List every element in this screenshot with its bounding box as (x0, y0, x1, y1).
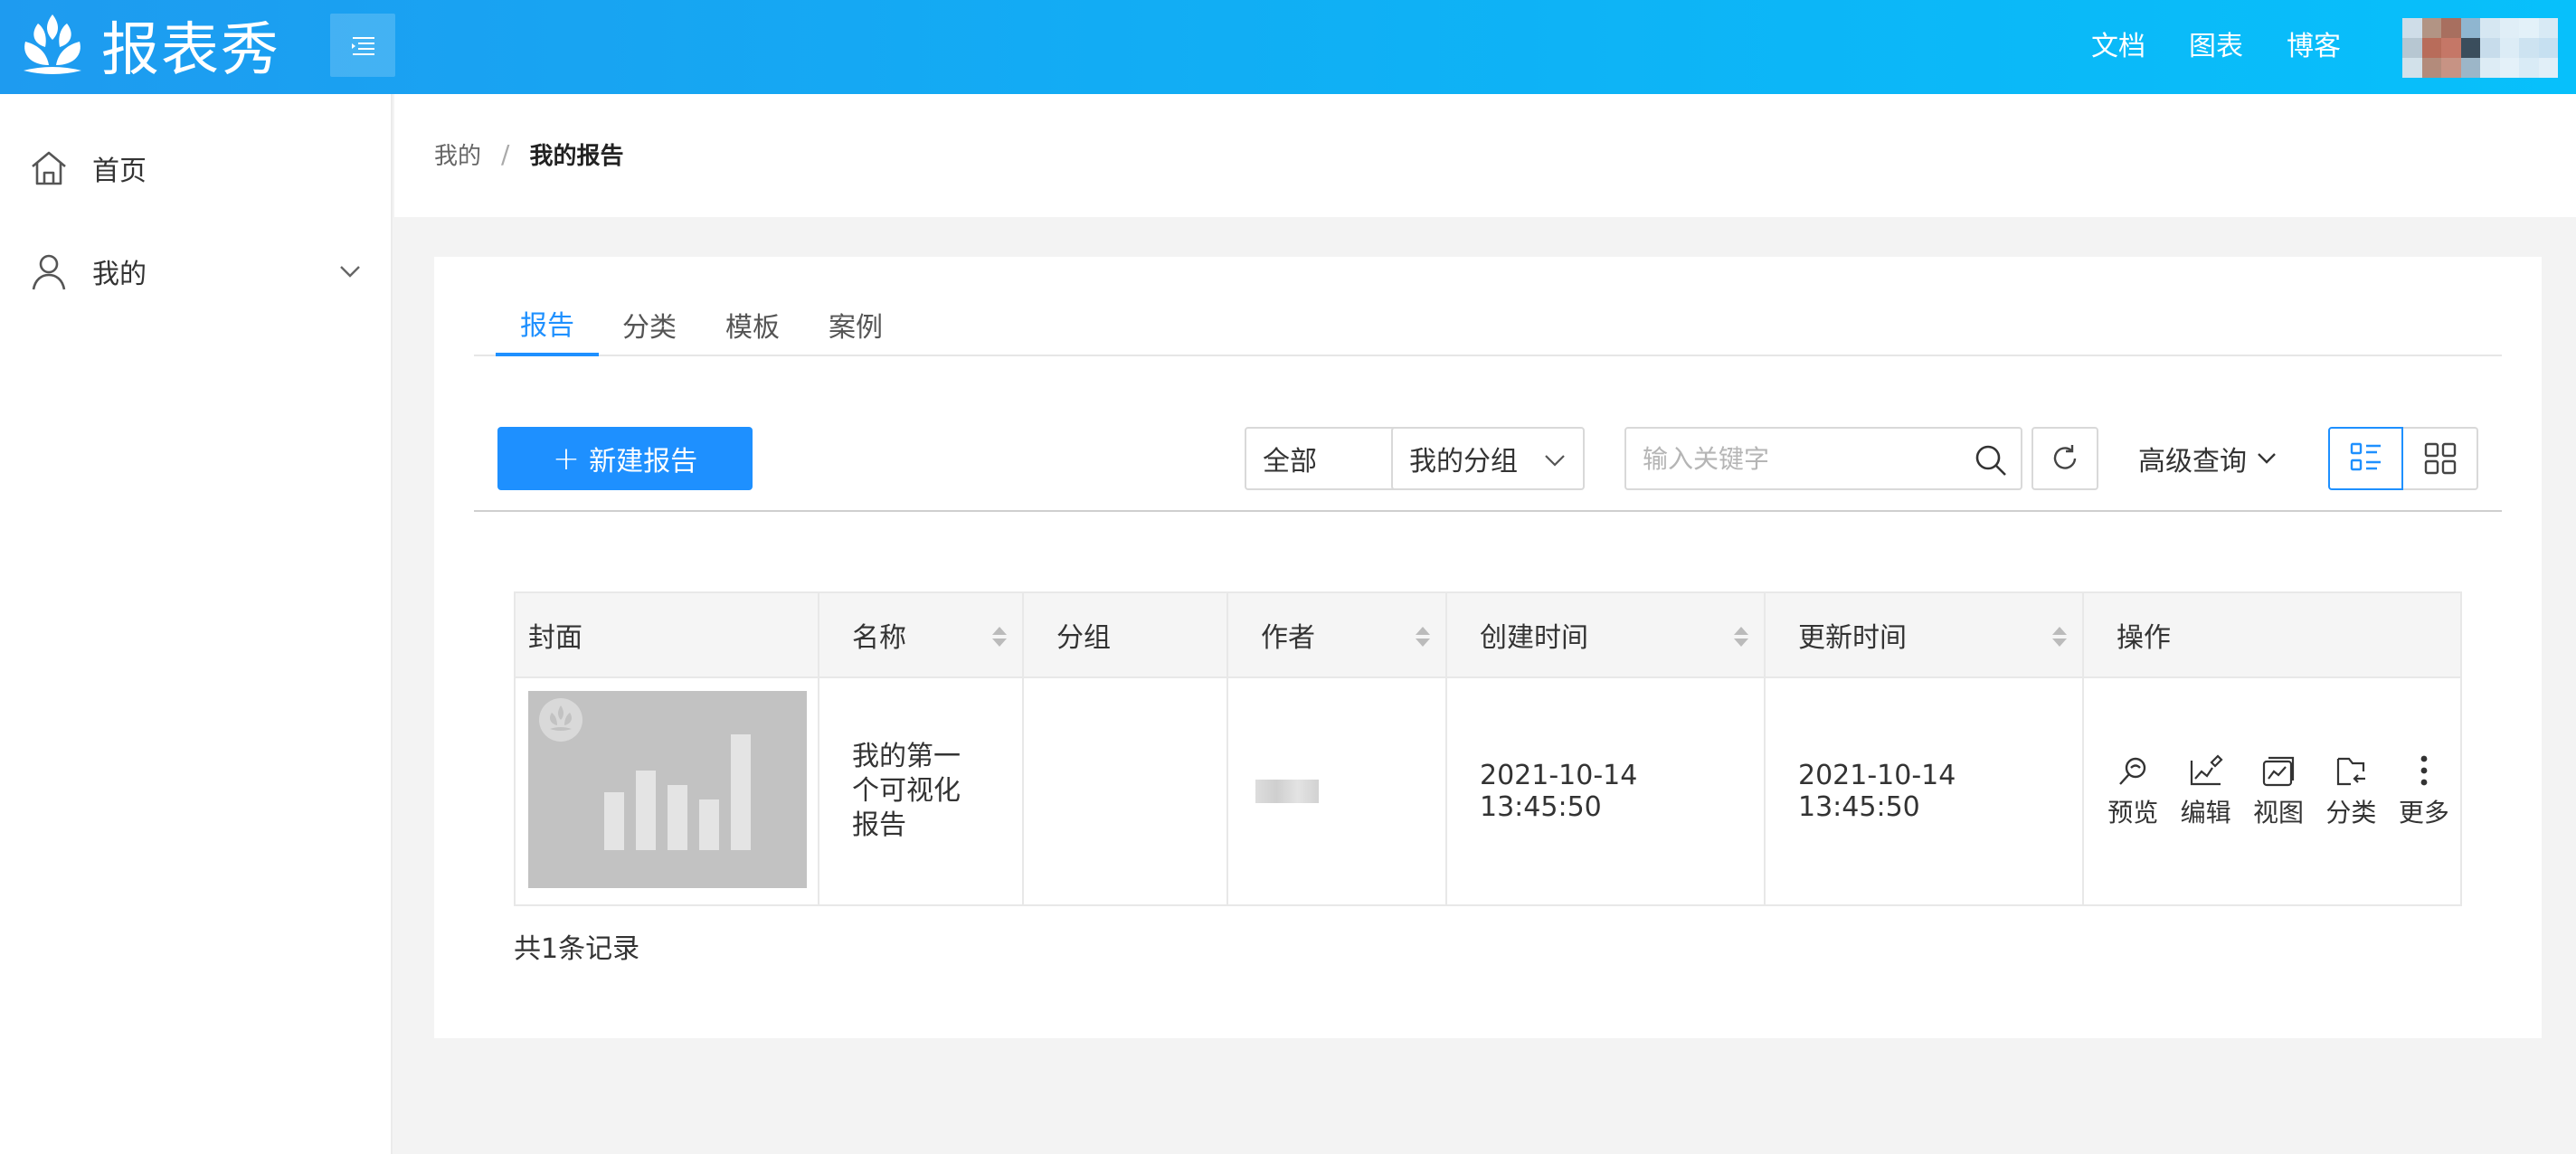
view-button[interactable]: 视图 (2242, 753, 2315, 829)
breadcrumb-parent-link[interactable]: 我的 (434, 137, 481, 171)
created-time: 2021-10-14 13:45:50 (1480, 760, 1638, 823)
sidebar-item-home[interactable]: 首页 (0, 125, 393, 212)
sidebar-item-label: 首页 (92, 156, 147, 187)
breadcrumb: 我的 / 我的报告 (434, 137, 623, 171)
updated-time: 2021-10-14 13:45:50 (1798, 760, 1956, 823)
sort-icon[interactable] (990, 624, 1009, 649)
search-icon[interactable] (1974, 443, 2008, 478)
reports-card: 报告 分类 模板 案例 + 新建报告 全部 我的分组 高级查询 (434, 257, 2542, 1038)
reports-table: 封面 名称 分组 作者 创建时间 更新时间 操作 我的第一个可视化报告 2021… (514, 591, 2462, 906)
sort-icon[interactable] (1413, 624, 1433, 649)
breadcrumb-bar: 我的 / 我的报告 (394, 94, 2576, 217)
edit-button[interactable]: 编辑 (2169, 753, 2241, 829)
column-header-author[interactable]: 作者 (1228, 593, 1447, 676)
search-box (1624, 427, 2022, 490)
menu-toggle-button[interactable] (330, 14, 395, 77)
tab-cases[interactable]: 案例 (818, 293, 894, 356)
leaf-logo-icon (24, 14, 81, 74)
nav-charts-link[interactable]: 图表 (2189, 24, 2243, 63)
column-header-created[interactable]: 创建时间 (1447, 593, 1766, 676)
user-avatar[interactable] (2402, 18, 2558, 78)
report-created-cell: 2021-10-14 13:45:50 (1447, 678, 1766, 904)
view-mode-toggle (2328, 427, 2478, 490)
toolbar-divider (474, 510, 2502, 512)
author-name-redacted (1255, 780, 1319, 803)
breadcrumb-current: 我的报告 (529, 143, 624, 170)
actions-cell: 预览 编辑 视图 分类 更多 (2084, 678, 2460, 904)
list-view-icon (2350, 442, 2381, 471)
categorize-icon (2337, 757, 2366, 786)
tab-reports[interactable]: 报告 (496, 293, 599, 356)
table-row: 我的第一个可视化报告 2021-10-14 13:45:50 2021-10-1… (516, 678, 2460, 904)
more-vertical-icon (2420, 755, 2428, 786)
report-cover-thumbnail[interactable] (528, 691, 807, 888)
nav-docs-link[interactable]: 文档 (2091, 24, 2145, 63)
new-report-label: 新建报告 (589, 446, 698, 478)
cover-cell (516, 678, 819, 904)
refresh-icon (2053, 445, 2077, 469)
report-group-cell (1024, 678, 1228, 904)
report-name-cell[interactable]: 我的第一个可视化报告 (819, 678, 1024, 904)
search-input[interactable] (1643, 438, 1968, 479)
breadcrumb-separator: / (501, 139, 510, 169)
advanced-search-toggle[interactable]: 高级查询 (2138, 427, 2278, 490)
top-nav: 文档 图表 博客 (2048, 0, 2341, 87)
chevron-down-icon (340, 266, 360, 278)
sidebar: 首页 我的 (0, 94, 393, 1154)
user-icon (32, 254, 66, 290)
report-name[interactable]: 我的第一个可视化报告 (852, 740, 986, 843)
nav-blog-link[interactable]: 博客 (2287, 24, 2341, 63)
sidebar-item-label: 我的 (92, 259, 147, 290)
menu-fold-icon (352, 37, 374, 55)
preview-button[interactable]: 预览 (2097, 753, 2169, 829)
column-header-actions: 操作 (2117, 622, 2171, 654)
grid-view-button[interactable] (2403, 427, 2478, 490)
bar-chart-thumbnail-icon (539, 698, 751, 850)
tab-templates[interactable]: 模板 (715, 293, 791, 356)
sort-icon[interactable] (2050, 624, 2069, 649)
filter-all-value: 全部 (1263, 446, 1317, 478)
home-icon (32, 151, 66, 185)
record-count: 共1条记录 (514, 933, 640, 965)
top-header: 报表秀 文档 图表 博客 (0, 0, 2576, 94)
chevron-down-icon (1545, 455, 1565, 467)
column-header-updated[interactable]: 更新时间 (1766, 593, 2084, 676)
refresh-button[interactable] (2031, 427, 2098, 490)
view-chart-icon (2262, 756, 2295, 787)
preview-icon (2119, 757, 2146, 785)
app-logo[interactable]: 报表秀 (18, 7, 280, 84)
chevron-down-icon (2258, 453, 2276, 464)
sort-icon[interactable] (1731, 624, 1751, 649)
filter-group-select[interactable]: 我的分组 (1391, 427, 1585, 490)
report-updated-cell: 2021-10-14 13:45:50 (1766, 678, 2084, 904)
more-button[interactable]: 更多 (2388, 753, 2460, 829)
tab-categories[interactable]: 分类 (611, 293, 687, 356)
filter-group-value: 我的分组 (1409, 446, 1518, 478)
column-header-cover: 封面 (516, 593, 819, 676)
list-view-button[interactable] (2328, 427, 2403, 490)
column-header-name[interactable]: 名称 (819, 593, 1024, 676)
column-header-group: 分组 (1024, 593, 1228, 676)
grid-view-icon (2424, 442, 2456, 475)
edit-icon (2190, 754, 2223, 786)
sidebar-item-mine[interactable]: 我的 (0, 228, 393, 315)
tab-bar: 报告 分类 模板 案例 (474, 293, 2502, 356)
categorize-button[interactable]: 分类 (2315, 753, 2387, 829)
plus-icon: + (552, 440, 581, 478)
advanced-search-label: 高级查询 (2138, 446, 2247, 478)
report-author-cell (1228, 678, 1447, 904)
new-report-button[interactable]: + 新建报告 (497, 427, 753, 490)
table-header: 封面 名称 分组 作者 创建时间 更新时间 操作 (516, 593, 2460, 678)
app-name: 报表秀 (101, 17, 280, 84)
